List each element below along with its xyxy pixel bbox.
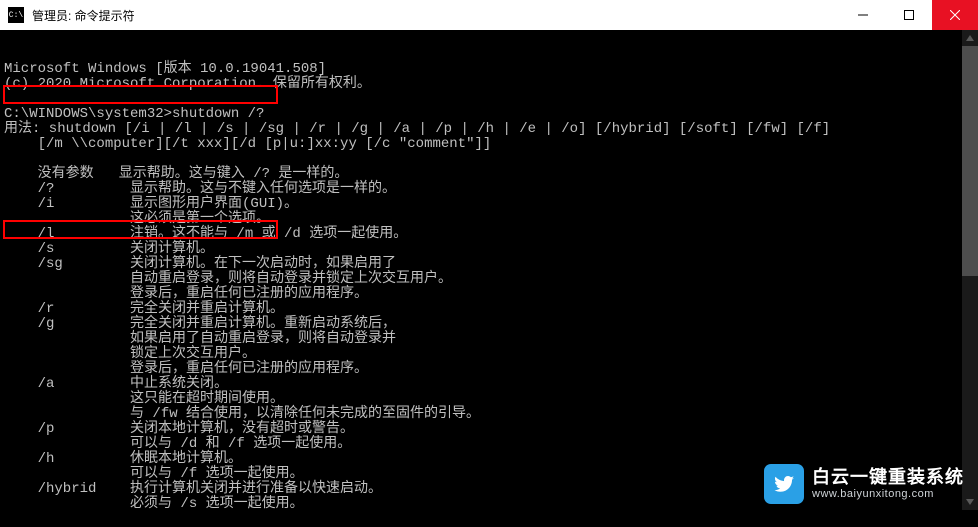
watermark: 白云一键重装系统 www.baiyunxitong.com (764, 464, 964, 504)
chevron-down-icon (966, 499, 974, 505)
maximize-icon (904, 10, 914, 20)
cmd-icon: C:\ (8, 7, 24, 23)
minimize-icon (858, 10, 868, 20)
watermark-main: 白云一键重装系统 (812, 467, 964, 488)
chevron-up-icon (966, 35, 974, 41)
terminal[interactable]: Microsoft Windows [版本 10.0.19041.508] (c… (0, 30, 978, 510)
close-button[interactable] (932, 0, 978, 30)
watermark-sub: www.baiyunxitong.com (812, 488, 964, 501)
terminal-content: Microsoft Windows [版本 10.0.19041.508] (c… (4, 62, 978, 512)
scroll-down-button[interactable] (962, 494, 978, 510)
window-title: 管理员: 命令提示符 (32, 7, 135, 24)
titlebar: C:\ 管理员: 命令提示符 (0, 0, 978, 30)
watermark-logo (764, 464, 804, 504)
scroll-thumb[interactable] (962, 46, 978, 276)
scroll-up-button[interactable] (962, 30, 978, 46)
maximize-button[interactable] (886, 0, 932, 30)
bird-icon (772, 472, 796, 496)
close-icon (950, 10, 960, 20)
cmd-icon-label: C:\ (9, 11, 23, 20)
scrollbar[interactable] (962, 30, 978, 510)
minimize-button[interactable] (840, 0, 886, 30)
watermark-text: 白云一键重装系统 www.baiyunxitong.com (812, 467, 964, 500)
